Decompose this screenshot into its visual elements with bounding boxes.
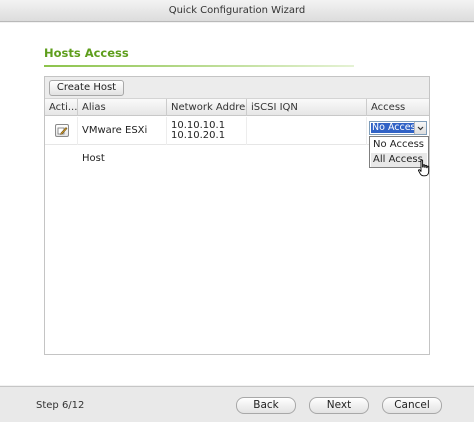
step-indicator: Step 6/12 — [36, 400, 85, 411]
action-cell — [45, 117, 78, 145]
section-title: Hosts Access — [44, 46, 129, 60]
column-header-iscsi-iqn[interactable]: iSCSI IQN — [247, 99, 367, 116]
panel-toolbar: Create Host — [45, 77, 429, 99]
window-title: Quick Configuration Wizard — [0, 0, 474, 22]
edit-icon[interactable] — [55, 124, 69, 137]
cancel-button[interactable]: Cancel — [382, 397, 442, 414]
back-button[interactable]: Back — [236, 397, 296, 414]
section-divider — [44, 65, 354, 67]
column-header-alias[interactable]: Alias — [78, 99, 167, 116]
iscsi-iqn-cell — [247, 117, 367, 145]
chevron-down-icon[interactable] — [414, 122, 426, 134]
hand-pointer-icon — [418, 159, 430, 177]
create-host-button[interactable]: Create Host — [49, 80, 124, 96]
network-address-cell: 10.10.10.1 10.10.20.1 — [167, 117, 247, 145]
next-button[interactable]: Next — [309, 397, 369, 414]
access-select[interactable]: No Access — [369, 121, 427, 135]
wizard-window: Quick Configuration Wizard Hosts Access … — [0, 0, 474, 422]
table-header: Acti... Alias Network Address iSCSI IQN … — [45, 99, 429, 116]
wizard-footer: Step 6/12 Back Next Cancel — [0, 386, 474, 422]
hosts-panel: Create Host Acti... Alias Network Addres… — [44, 76, 430, 355]
column-header-network-address[interactable]: Network Address — [167, 99, 247, 116]
column-header-action[interactable]: Acti... — [45, 99, 78, 116]
column-header-access[interactable]: Access — [367, 99, 429, 116]
alias-cell: VMware ESXi Host — [78, 117, 167, 164]
network-address: 10.10.20.1 — [171, 130, 226, 141]
dropdown-option-no-access[interactable]: No Access — [371, 138, 427, 152]
